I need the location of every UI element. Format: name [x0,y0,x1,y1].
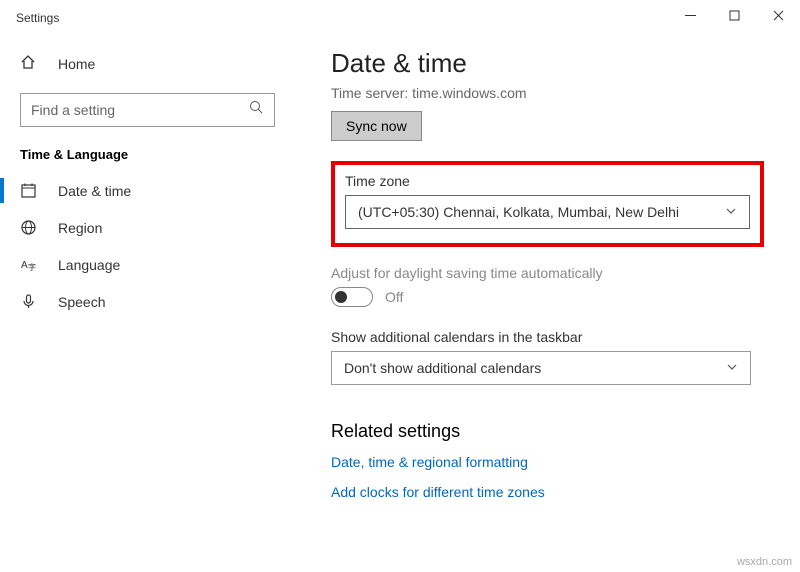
sidebar-item-date-time[interactable]: Date & time [0,172,295,209]
mic-icon [20,293,40,310]
link-add-clocks[interactable]: Add clocks for different time zones [331,484,764,500]
timezone-select[interactable]: (UTC+05:30) Chennai, Kolkata, Mumbai, Ne… [345,195,750,229]
sidebar: Home Find a setting Time & Language Date… [0,36,295,572]
related-settings-title: Related settings [331,421,764,442]
page-title: Date & time [331,48,764,79]
time-server-line: Time server: time.windows.com [331,85,764,101]
sidebar-item-language[interactable]: A字 Language [0,246,295,283]
clock-icon [20,182,40,199]
chevron-down-icon [726,360,738,376]
search-input[interactable]: Find a setting [20,93,275,127]
timezone-value: (UTC+05:30) Chennai, Kolkata, Mumbai, Ne… [358,204,679,220]
timezone-highlight: Time zone (UTC+05:30) Chennai, Kolkata, … [331,161,764,247]
sidebar-item-label: Speech [58,294,105,310]
window-controls [668,0,800,30]
main-content: Date & time Time server: time.windows.co… [295,36,800,572]
home-label: Home [58,56,95,72]
sidebar-item-label: Language [58,257,120,273]
search-placeholder: Find a setting [31,102,115,118]
minimize-button[interactable] [668,0,712,30]
sidebar-item-speech[interactable]: Speech [0,283,295,320]
calendars-select[interactable]: Don't show additional calendars [331,351,751,385]
sidebar-item-label: Region [58,220,102,236]
timezone-label: Time zone [345,173,750,189]
home-icon [20,54,40,73]
dst-label: Adjust for daylight saving time automati… [331,265,764,281]
language-icon: A字 [20,256,40,273]
close-button[interactable] [756,0,800,30]
sync-now-button[interactable]: Sync now [331,111,422,141]
search-icon [249,100,264,120]
sidebar-item-label: Date & time [58,183,131,199]
dst-toggle-row: Off [331,287,764,307]
section-title: Time & Language [0,147,295,172]
maximize-button[interactable] [712,0,756,30]
svg-text:A: A [21,260,28,271]
toggle-thumb [335,291,347,303]
watermark: wsxdn.com [737,556,792,568]
svg-text:字: 字 [28,262,36,272]
calendars-label: Show additional calendars in the taskbar [331,329,764,345]
dst-state: Off [385,289,403,305]
sidebar-item-region[interactable]: Region [0,209,295,246]
link-regional-formatting[interactable]: Date, time & regional formatting [331,454,764,470]
globe-icon [20,219,40,236]
window-title: Settings [16,11,59,25]
dst-toggle[interactable] [331,287,373,307]
home-nav[interactable]: Home [0,48,295,79]
chevron-down-icon [725,204,737,220]
calendars-value: Don't show additional calendars [344,360,541,376]
